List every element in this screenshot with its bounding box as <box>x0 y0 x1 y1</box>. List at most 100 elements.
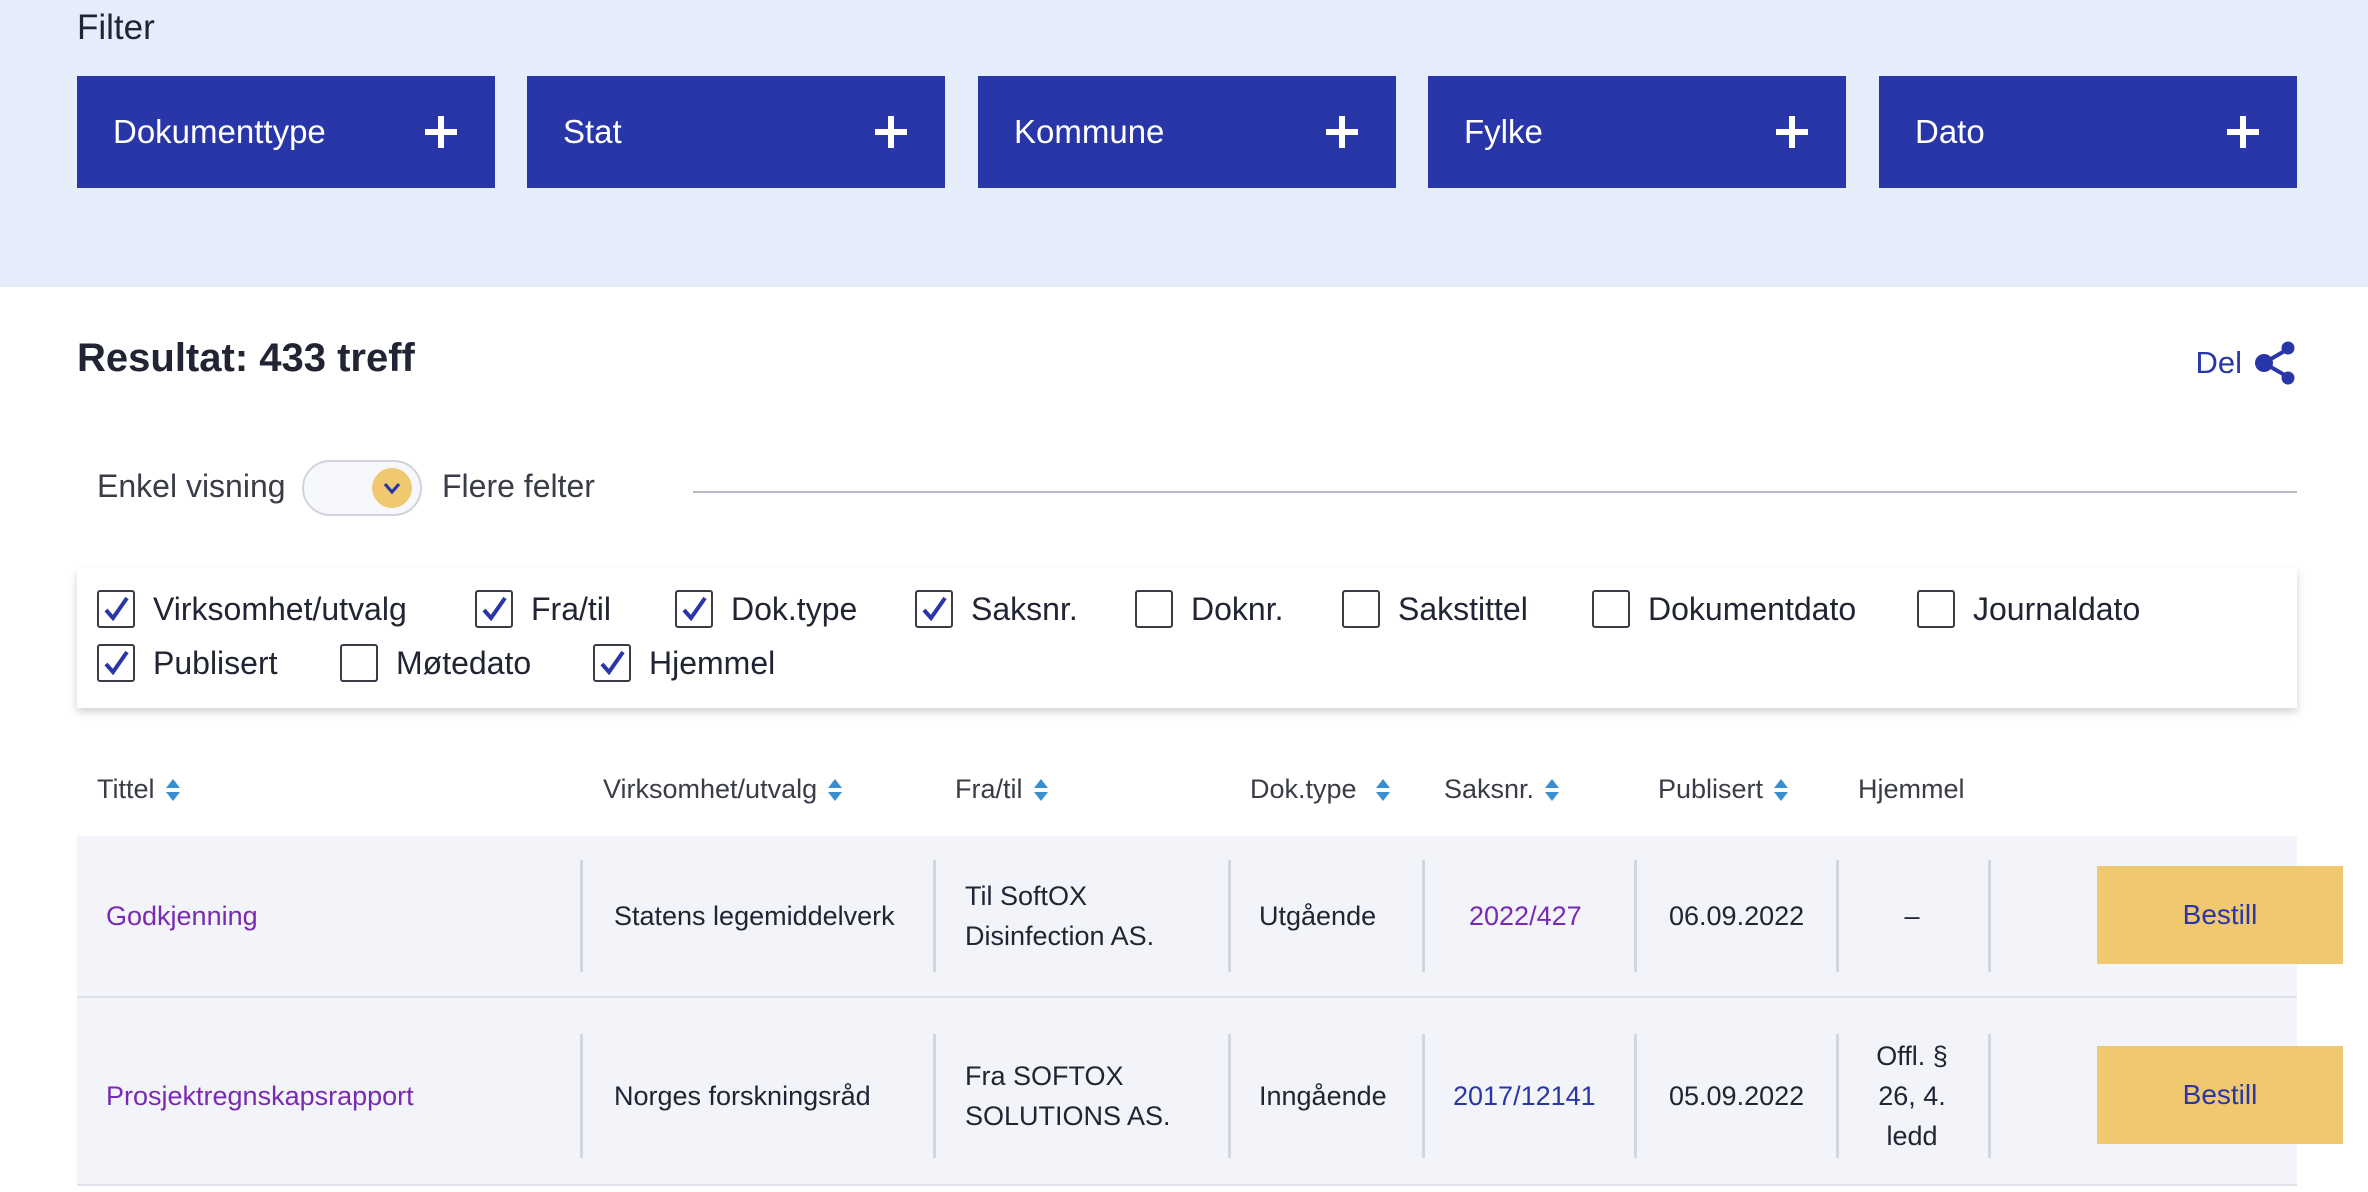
plus-icon <box>425 116 457 148</box>
sort-icon <box>1375 778 1390 801</box>
checkbox-box[interactable] <box>1342 590 1380 628</box>
result-title: Resultat: 433 treff <box>77 336 415 380</box>
column-divider <box>1228 1034 1231 1158</box>
checkbox-box[interactable] <box>593 644 631 682</box>
row-divider <box>77 1184 2297 1186</box>
column-divider <box>1634 1034 1637 1158</box>
filter-section: Filter Dokumenttype Stat Kommune Fylke D… <box>0 0 2368 287</box>
column-header-fra-til[interactable]: Fra/til <box>955 774 1049 805</box>
chevron-down-icon <box>372 468 412 508</box>
row-case-number[interactable]: 2017/12141 <box>1453 1076 1596 1116</box>
row-case-number[interactable]: 2022/427 <box>1469 896 1582 936</box>
order-button[interactable]: Bestill <box>2097 1046 2343 1144</box>
checkbox-label: Virksomhet/utvalg <box>153 590 407 627</box>
table-row: Godkjenning Statens legemiddelverk Til S… <box>77 836 2343 996</box>
column-divider <box>580 1034 583 1158</box>
column-checkbox[interactable]: Møtedato <box>340 644 531 682</box>
checkbox-label: Doknr. <box>1191 590 1284 627</box>
filter-kommune-button[interactable]: Kommune <box>978 76 1396 188</box>
column-header-label: Hjemmel <box>1858 774 1965 804</box>
column-checkbox[interactable]: Dokumentdato <box>1592 590 1856 628</box>
checkbox-label: Dok.type <box>731 590 858 627</box>
column-divider <box>1422 1034 1425 1158</box>
filter-fylke-button[interactable]: Fylke <box>1428 76 1846 188</box>
checkbox-label: Journaldato <box>1973 590 2141 627</box>
row-authority: Offl. § 26, 4. ledd <box>1876 1041 1948 1151</box>
column-checkbox[interactable]: Fra/til <box>475 590 611 628</box>
filter-stat-button[interactable]: Stat <box>527 76 945 188</box>
checkbox-box[interactable] <box>1592 590 1630 628</box>
checkmark-icon <box>600 650 625 676</box>
column-checkbox[interactable]: Journaldato <box>1917 590 2140 628</box>
checkbox-label: Publisert <box>153 644 278 681</box>
checkbox-box[interactable] <box>340 644 378 682</box>
column-header-saksnr[interactable]: Saksnr. <box>1444 774 1560 805</box>
column-checkbox[interactable]: Dok.type <box>675 590 857 628</box>
column-divider <box>1634 860 1637 972</box>
filter-button-label: Dato <box>1915 113 1985 150</box>
column-header-label: Tittel <box>97 774 155 804</box>
column-header-label: Saksnr. <box>1444 774 1535 804</box>
column-divider <box>1988 860 1991 972</box>
row-title[interactable]: Godkjenning <box>106 896 258 936</box>
table-row: Prosjektregnskapsrapport Norges forsknin… <box>77 998 2343 1184</box>
checkbox-label: Saksnr. <box>971 590 1078 627</box>
checkbox-box[interactable] <box>1135 590 1173 628</box>
column-checkbox[interactable]: Hjemmel <box>593 644 775 682</box>
column-selector: Virksomhet/utvalg Fra/til Dok.type Saksn… <box>77 568 2297 708</box>
checkbox-box[interactable] <box>97 644 135 682</box>
plus-icon <box>2227 116 2259 148</box>
column-header-tittel[interactable]: Tittel <box>97 774 181 805</box>
checkbox-label: Møtedato <box>396 644 532 681</box>
order-button[interactable]: Bestill <box>2097 866 2343 964</box>
plus-icon <box>875 116 907 148</box>
filter-button-label: Kommune <box>1014 113 1165 150</box>
filter-button-label: Stat <box>563 113 622 150</box>
column-header-dok-type[interactable]: Dok.type <box>1250 774 1391 805</box>
plus-icon <box>1776 116 1808 148</box>
row-agency: Statens legemiddelverk <box>614 901 895 931</box>
row-authority: – <box>1904 901 1920 931</box>
row-from-to: Til SoftOX Disinfection AS. <box>965 881 1155 951</box>
view-more-fields-label: Flere felter <box>442 468 595 504</box>
column-divider <box>1422 860 1425 972</box>
column-divider <box>580 860 583 972</box>
checkmark-icon <box>104 650 129 676</box>
checkmark-icon <box>922 596 947 622</box>
checkbox-box[interactable] <box>1917 590 1955 628</box>
filter-heading: Filter <box>77 8 155 47</box>
checkbox-label: Dokumentdato <box>1648 590 1857 627</box>
filter-dato-button[interactable]: Dato <box>1879 76 2297 188</box>
sort-icon <box>1774 778 1789 801</box>
filter-dokumenttype-button[interactable]: Dokumenttype <box>77 76 495 188</box>
view-toggle-row: Enkel visning Flere felter <box>97 458 2297 518</box>
checkmark-icon <box>682 596 707 622</box>
column-checkbox[interactable]: Virksomhet/utvalg <box>97 590 407 628</box>
checkmark-icon <box>104 596 129 622</box>
divider <box>693 491 2297 493</box>
checkbox-box[interactable] <box>675 590 713 628</box>
column-header-virksomhet[interactable]: Virksomhet/utvalg <box>603 774 843 805</box>
column-divider <box>1988 1034 1991 1158</box>
column-checkbox[interactable]: Saksnr. <box>915 590 1078 628</box>
row-doc-type: Inngående <box>1259 1081 1387 1111</box>
column-header-publisert[interactable]: Publisert <box>1658 774 1789 805</box>
row-from-to: Fra SOFTOX SOLUTIONS AS. <box>965 1061 1171 1131</box>
column-checkbox[interactable]: Sakstittel <box>1342 590 1528 628</box>
checkbox-label: Hjemmel <box>649 644 776 681</box>
checkbox-box[interactable] <box>97 590 135 628</box>
sort-icon <box>165 778 180 801</box>
checkmark-icon <box>482 596 507 622</box>
row-title[interactable]: Prosjektregnskapsrapport <box>106 1076 414 1116</box>
checkbox-box[interactable] <box>915 590 953 628</box>
column-checkbox[interactable]: Doknr. <box>1135 590 1283 628</box>
row-published: 06.09.2022 <box>1669 901 1805 931</box>
view-toggle[interactable] <box>302 460 422 516</box>
column-divider <box>933 860 936 972</box>
column-checkbox[interactable]: Publisert <box>97 644 278 682</box>
filter-button-label: Fylke <box>1464 113 1543 150</box>
share-button[interactable]: Del <box>2195 340 2298 386</box>
column-divider <box>933 1034 936 1158</box>
sort-icon <box>1033 778 1048 801</box>
checkbox-box[interactable] <box>475 590 513 628</box>
